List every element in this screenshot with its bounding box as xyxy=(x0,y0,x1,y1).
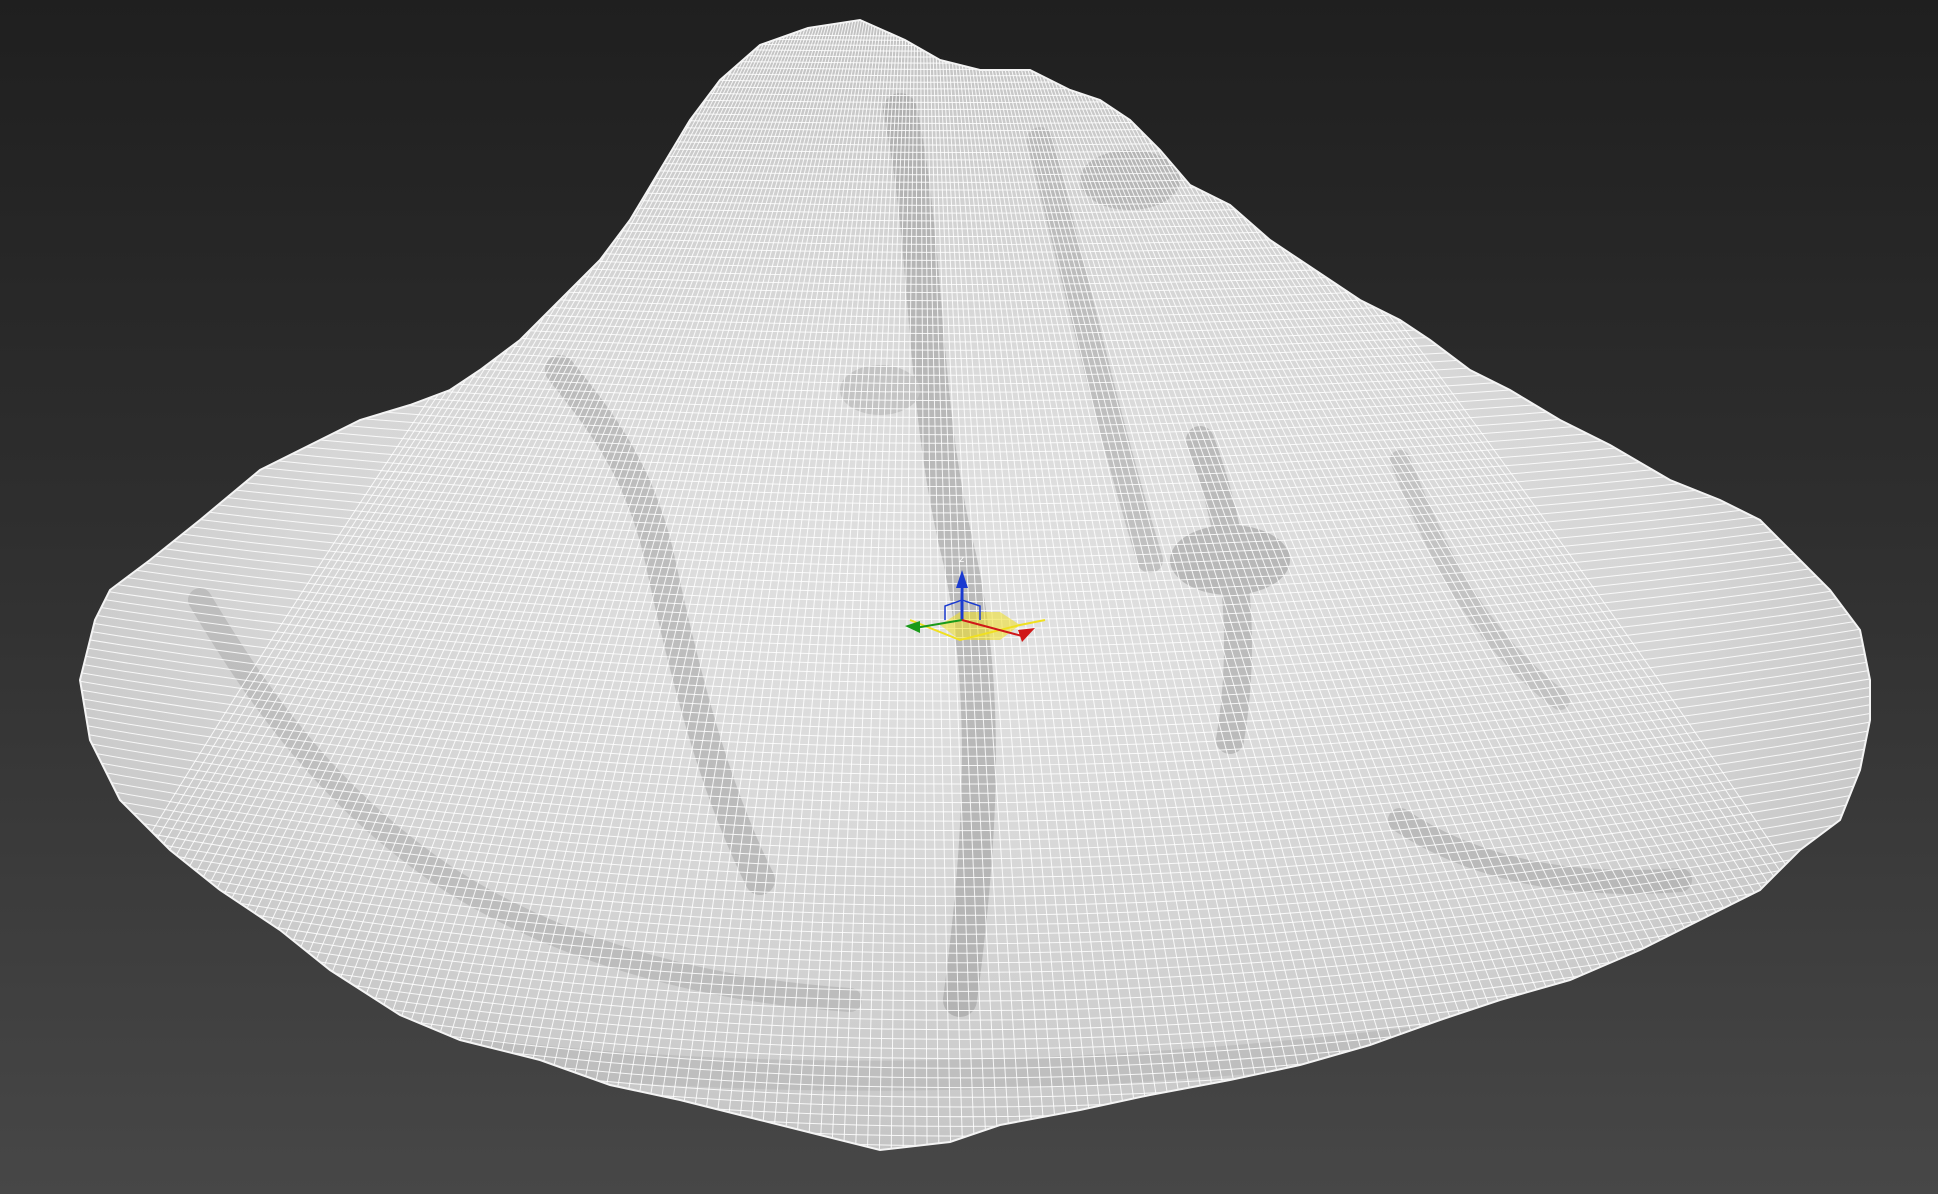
z-axis-label: z xyxy=(959,554,964,565)
wire-ring xyxy=(80,34,1870,64)
rock-mesh[interactable] xyxy=(0,0,1938,1194)
wire-ring xyxy=(80,40,1870,70)
wire-ring xyxy=(80,20,1870,41)
wire-ring xyxy=(80,20,1870,37)
scene-canvas[interactable]: z xyxy=(0,0,1938,1194)
wire-ring xyxy=(80,24,1870,52)
wire-ring xyxy=(80,29,1870,58)
3d-viewport[interactable]: z xyxy=(0,0,1938,1194)
wire-ring xyxy=(80,20,1870,47)
